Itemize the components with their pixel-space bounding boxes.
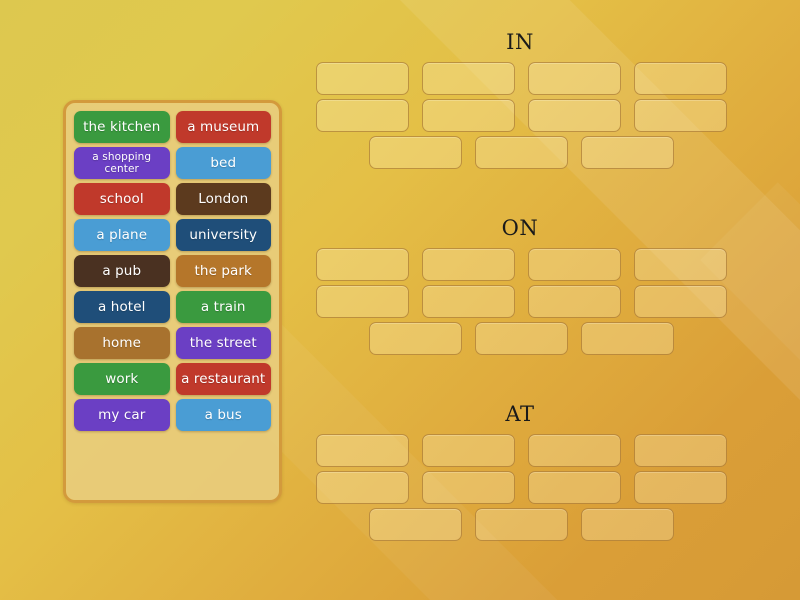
word-tile-label[interactable]: university [175,219,271,251]
word-tile[interactable]: the park [173,253,275,289]
slot-row [300,471,750,504]
word-tile-label[interactable]: a train [175,291,271,323]
word-tile[interactable]: the kitchen [71,109,173,145]
drop-slot[interactable] [422,62,515,95]
word-tile[interactable]: a museum [173,109,275,145]
slot-row [300,62,750,95]
word-tile[interactable]: bed [173,145,275,181]
category-group-in: IN [300,28,750,169]
drop-slot[interactable] [528,471,621,504]
drop-slot[interactable] [581,322,674,355]
drop-slot[interactable] [422,471,515,504]
slot-row [300,248,750,281]
word-tile[interactable]: university [173,217,275,253]
word-bank-panel: the kitchen a museum a shopping center bed sc… [63,100,282,503]
word-tile-label[interactable]: the street [175,327,271,359]
drop-slot[interactable] [634,285,727,318]
word-tile-label[interactable]: home [74,327,170,359]
slot-row [300,508,750,541]
drop-slot[interactable] [528,285,621,318]
drop-slot[interactable] [475,136,568,169]
drop-slot[interactable] [475,322,568,355]
word-tile-label[interactable]: a pub [74,255,170,287]
category-group-at: AT [300,400,750,541]
word-tile[interactable]: work [71,361,173,397]
drop-slot[interactable] [634,99,727,132]
slot-row [300,285,750,318]
word-tile-label[interactable]: bed [175,147,271,179]
word-tile-label-line2: center [104,163,139,175]
word-tile-label[interactable]: a hotel [74,291,170,323]
word-tile[interactable]: a hotel [71,289,173,325]
drop-slot[interactable] [369,322,462,355]
drop-slot[interactable] [634,62,727,95]
category-title: ON [501,216,539,240]
drop-slot[interactable] [581,508,674,541]
drop-slot[interactable] [528,434,621,467]
word-tile-label[interactable]: a restaurant [175,363,271,395]
word-tile[interactable]: a shopping center [71,145,173,181]
drop-slot[interactable] [316,434,409,467]
slot-row [300,136,750,169]
word-tile-label[interactable]: school [74,183,170,215]
word-tile[interactable]: a train [173,289,275,325]
word-tile-label[interactable]: the kitchen [74,111,170,143]
drop-slot[interactable] [581,136,674,169]
slot-row [300,322,750,355]
drop-slot[interactable] [316,471,409,504]
category-title: IN [506,30,534,54]
word-tile-label[interactable]: a museum [175,111,271,143]
word-tile-label[interactable]: a shopping center [74,147,170,179]
drop-slot[interactable] [422,285,515,318]
drop-slot[interactable] [634,471,727,504]
drop-slot[interactable] [316,248,409,281]
word-tile-label[interactable]: a bus [175,399,271,431]
slot-row [300,434,750,467]
drop-slot[interactable] [475,508,568,541]
slot-row [300,99,750,132]
word-tile[interactable]: home [71,325,173,361]
drop-slot[interactable] [422,248,515,281]
word-tile-label-line1: a shopping [92,150,152,163]
word-tile[interactable]: a plane [71,217,173,253]
drop-slot[interactable] [528,248,621,281]
drop-slot[interactable] [528,62,621,95]
word-tile[interactable]: my car [71,397,173,433]
word-tile[interactable]: school [71,181,173,217]
word-tile-label[interactable]: my car [74,399,170,431]
drop-slot[interactable] [369,508,462,541]
word-tile[interactable]: a pub [71,253,173,289]
drop-slot[interactable] [369,136,462,169]
drop-slot[interactable] [634,248,727,281]
drop-slot[interactable] [316,285,409,318]
category-columns: IN ON AT [300,0,800,600]
drop-slot[interactable] [422,99,515,132]
word-tile[interactable]: the street [173,325,275,361]
drop-slot[interactable] [316,99,409,132]
category-group-on: ON [300,214,750,355]
drop-slot[interactable] [422,434,515,467]
word-tile-label[interactable]: a plane [74,219,170,251]
word-tile[interactable]: London [173,181,275,217]
drop-slot[interactable] [316,62,409,95]
drop-slot[interactable] [634,434,727,467]
drop-slot[interactable] [528,99,621,132]
category-title: AT [505,402,535,426]
word-tile-label[interactable]: work [74,363,170,395]
word-tile-label[interactable]: the park [175,255,271,287]
word-tile[interactable]: a bus [173,397,275,433]
word-tile-label[interactable]: London [175,183,271,215]
word-tile[interactable]: a restaurant [173,361,275,397]
